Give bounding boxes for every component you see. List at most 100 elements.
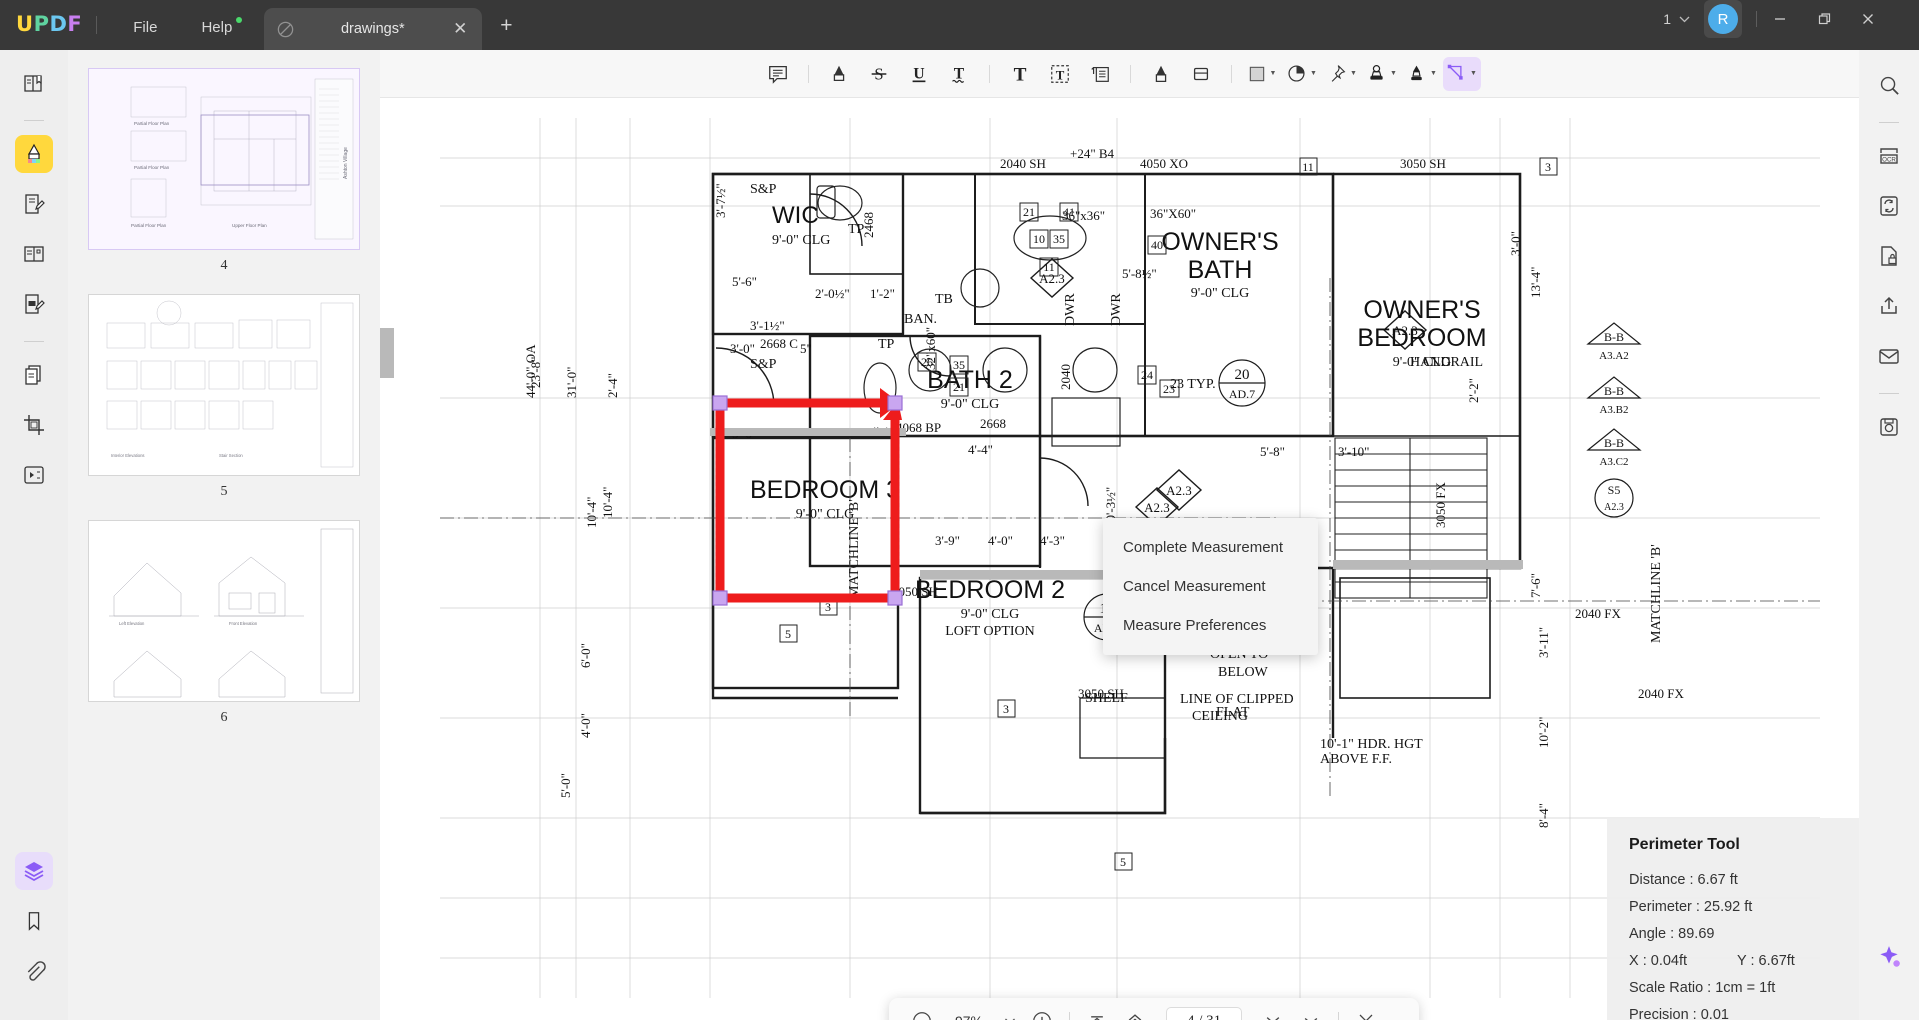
maximize-button[interactable]: [1817, 12, 1861, 26]
svg-text:41: 41: [1063, 205, 1075, 219]
minimize-button[interactable]: [1773, 12, 1817, 26]
sidebar-item-organize[interactable]: [15, 356, 53, 394]
svg-text:3050 SH: 3050 SH: [1078, 686, 1124, 701]
measure-handle-tl: [712, 395, 728, 411]
protect-button[interactable]: [1870, 237, 1908, 275]
svg-text:3'-0": 3'-0": [1508, 231, 1523, 256]
thumb4-caption-b: Partial Floor Plan: [134, 165, 170, 170]
stamp-tool[interactable]: ▼: [1363, 57, 1401, 91]
sidebar-item-edit[interactable]: [15, 185, 53, 223]
svg-text:AD.7: AD.7: [1229, 387, 1255, 401]
svg-text:U: U: [913, 65, 924, 82]
account-button[interactable]: R: [1704, 0, 1742, 38]
ocr-button[interactable]: OCR: [1870, 137, 1908, 175]
sticker-tool[interactable]: ▼: [1283, 57, 1321, 91]
underline-tool[interactable]: U: [900, 57, 938, 91]
page-indicator[interactable]: 4 / 31: [1166, 1006, 1243, 1020]
help-notification-dot: [236, 17, 243, 23]
room-ceiling-bath-2: 9'-0" CLG: [941, 397, 999, 412]
share-button[interactable]: [1870, 287, 1908, 325]
title-divider: [96, 16, 98, 34]
sidebar-item-compare[interactable]: [15, 456, 53, 494]
convert-button[interactable]: [1870, 187, 1908, 225]
sticky-note-tool[interactable]: [1081, 57, 1119, 91]
sidebar-item-form[interactable]: [15, 285, 53, 323]
svg-text:4'-4": 4'-4": [968, 442, 993, 457]
svg-text:2040 SH: 2040 SH: [1000, 156, 1046, 171]
first-page-button[interactable]: [1080, 1004, 1114, 1020]
svg-text:8'-4": 8'-4": [1536, 803, 1551, 828]
pin-tool[interactable]: ▼: [1323, 57, 1361, 91]
close-pager-button[interactable]: [1349, 1004, 1383, 1020]
svg-text:4'-3": 4'-3": [1040, 533, 1065, 548]
svg-text:T: T: [1013, 64, 1026, 85]
text-tool[interactable]: T: [1001, 57, 1039, 91]
zoom-dropdown-button[interactable]: [999, 1004, 1021, 1020]
svg-text:A2.3: A2.3: [1604, 502, 1624, 513]
toolbar-divider-3: [1129, 64, 1131, 83]
squiggly-tool[interactable]: T: [940, 57, 978, 91]
signature-tool[interactable]: ▼: [1403, 57, 1441, 91]
menu-file[interactable]: File: [111, 19, 179, 36]
last-page-button[interactable]: [1294, 1004, 1328, 1020]
email-button[interactable]: [1870, 337, 1908, 375]
pencil-tool[interactable]: [1142, 57, 1180, 91]
sidebar-item-crop[interactable]: [15, 406, 53, 444]
menu-cancel-measurement[interactable]: Cancel Measurement: [1103, 567, 1318, 606]
svg-text:A3.C2: A3.C2: [1599, 456, 1628, 468]
close-button[interactable]: [1861, 12, 1905, 26]
svg-text:35: 35: [1053, 232, 1065, 246]
prev-page-button[interactable]: [1118, 1004, 1152, 1020]
thumbnail-page-5[interactable]: Interior Elevations Stair Section: [88, 294, 360, 476]
svg-text:+24" B4: +24" B4: [1070, 146, 1115, 161]
zoom-level[interactable]: 97%: [943, 1013, 995, 1020]
svg-text:2'-0½": 2'-0½": [815, 286, 850, 301]
organize-pages-icon: [25, 365, 41, 385]
sidebar-item-annotate[interactable]: [15, 135, 53, 173]
text-box-tool[interactable]: T: [1041, 57, 1079, 91]
attachments-panel-button[interactable]: [15, 952, 53, 990]
highlight-tool[interactable]: [820, 57, 858, 91]
thumbnail-panel[interactable]: Partial Floor Plan Partial Floor Plan Pa…: [68, 50, 380, 1020]
svg-text:4050 XO: 4050 XO: [1140, 156, 1188, 171]
room-label-owners-bedroom: OWNER'S: [1363, 296, 1480, 324]
thumbnail-page-4[interactable]: Partial Floor Plan Partial Floor Plan Pa…: [88, 68, 360, 250]
svg-text:B-B: B-B: [1604, 330, 1624, 344]
document-tab[interactable]: drawings* ✕: [264, 8, 483, 50]
next-page-button[interactable]: [1256, 1004, 1290, 1020]
instance-counter[interactable]: 1: [1663, 11, 1690, 27]
shape-tool[interactable]: ▼: [1243, 57, 1281, 91]
zoom-out-button[interactable]: [905, 1004, 939, 1020]
svg-text:3050 FX: 3050 FX: [1433, 482, 1448, 528]
rail-divider-1: [24, 120, 44, 121]
tab-close-icon[interactable]: ✕: [450, 19, 470, 39]
thumbnail-page-6[interactable]: Left Elevation Front Elevation: [88, 520, 360, 702]
zoom-in-button[interactable]: [1025, 1004, 1059, 1020]
text-icon: T: [1013, 64, 1026, 85]
strikethrough-tool[interactable]: S: [860, 57, 898, 91]
sticky-note-icon: [1090, 66, 1109, 82]
search-button[interactable]: [1870, 66, 1908, 104]
measurement-context-menu[interactable]: Complete Measurement Cancel Measurement …: [1103, 518, 1318, 655]
menu-complete-measurement[interactable]: Complete Measurement: [1103, 528, 1318, 567]
title-bar: UPDF File Help drawings* ✕ + 1 R: [0, 0, 1919, 50]
save-button[interactable]: [1870, 408, 1908, 446]
sidebar-item-reader[interactable]: [15, 64, 53, 102]
svg-text:11: 11: [1302, 160, 1314, 174]
layers-panel-button[interactable]: [15, 852, 53, 890]
measure-tool[interactable]: ▼: [1442, 56, 1481, 91]
svg-text:35: 35: [953, 358, 965, 372]
left-toolbar: [0, 50, 68, 1020]
sidebar-item-page[interactable]: [15, 235, 53, 273]
menu-help[interactable]: Help: [179, 17, 254, 36]
menu-measure-preferences[interactable]: Measure Preferences: [1103, 606, 1318, 645]
ai-assistant-button[interactable]: [1876, 944, 1902, 970]
bookmark-icon: [28, 912, 40, 931]
ai-assistant-icon: [1880, 946, 1900, 967]
comment-tool[interactable]: [759, 57, 797, 91]
eraser-tool[interactable]: [1182, 57, 1220, 91]
svg-text:2040 FX: 2040 FX: [1575, 606, 1621, 621]
bookmarks-panel-button[interactable]: [15, 902, 53, 940]
perimeter-angle: Angle : 89.69: [1629, 926, 1715, 942]
new-tab-button[interactable]: +: [500, 14, 512, 38]
